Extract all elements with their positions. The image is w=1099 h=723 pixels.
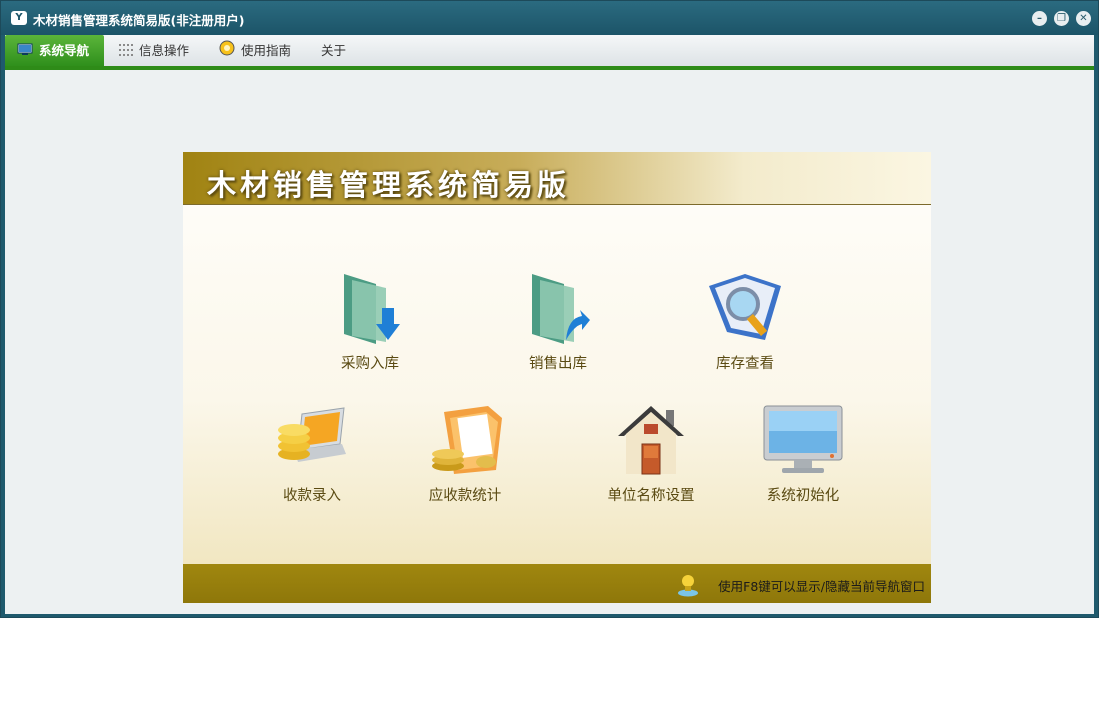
company-name-settings-button[interactable]: 单位名称设置 [591,404,711,514]
menu-item-system-nav[interactable]: 系统导航 [5,35,104,66]
button-label: 应收款统计 [428,488,502,504]
inventory-view-button[interactable]: 库存查看 [685,270,805,380]
folder-out-icon [532,274,590,344]
menu-label: 关于 [321,43,347,58]
menu-label: 系统导航 [39,43,90,58]
sales-out-button[interactable]: 销售出库 [498,270,618,380]
menu-item-guide[interactable]: 使用指南 [219,35,309,66]
button-label: 收款录入 [283,488,341,504]
guide-icon [219,36,235,67]
menu-label: 信息操作 [139,43,190,58]
payment-entry-button[interactable]: 收款录入 [252,404,372,514]
receivables-stats-button[interactable]: 应收款统计 [405,404,525,514]
folder-in-icon [344,274,400,344]
coins-folder-icon [432,406,502,474]
button-label: 采购入库 [341,356,399,372]
grid-icon [119,36,133,67]
house-icon [618,406,684,475]
panel-banner: 木材销售管理系统简易版 [183,152,931,205]
system-init-button[interactable]: 系统初始化 [743,404,863,514]
coins-laptop-icon [278,407,346,462]
button-label: 库存查看 [716,356,774,372]
panel-footer: 使用F8键可以显示/隐藏当前导航窗口 [183,564,931,603]
footer-hint: 使用F8键可以显示/隐藏当前导航窗口 [718,579,925,594]
menu-item-info-ops[interactable]: 信息操作 [119,35,203,66]
restore-icon[interactable]: ❐ [1054,11,1069,26]
lightbulb-hint-icon [678,575,698,597]
menu-item-about[interactable]: 关于 [321,35,361,66]
purchase-in-button[interactable]: 采购入库 [310,270,430,380]
close-icon[interactable]: ✕ [1076,11,1091,26]
button-label: 系统初始化 [766,488,840,504]
minimize-icon[interactable]: – [1032,11,1047,26]
menu-bar: 系统导航 信息操作 使用指南 关于 [5,35,1094,70]
button-label: 单位名称设置 [607,488,695,504]
magnifier-book-icon [709,274,781,340]
navigation-panel: 木材销售管理系统简易版 采购入库 销售出库 库存查看 收款录入 应收款统计 单位… [183,152,931,603]
title-bar[interactable]: Y 木材销售管理系统简易版(非注册用户) – ❐ ✕ [1,1,1098,35]
banner-title: 木材销售管理系统简易版 [207,168,571,202]
menu-label: 使用指南 [241,43,292,58]
monitor-icon [17,36,33,67]
monitor-screen-icon [763,405,843,473]
button-label: 销售出库 [529,356,587,372]
window-title: 木材销售管理系统简易版(非注册用户) [33,13,245,28]
app-logo-icon: Y [11,11,27,25]
